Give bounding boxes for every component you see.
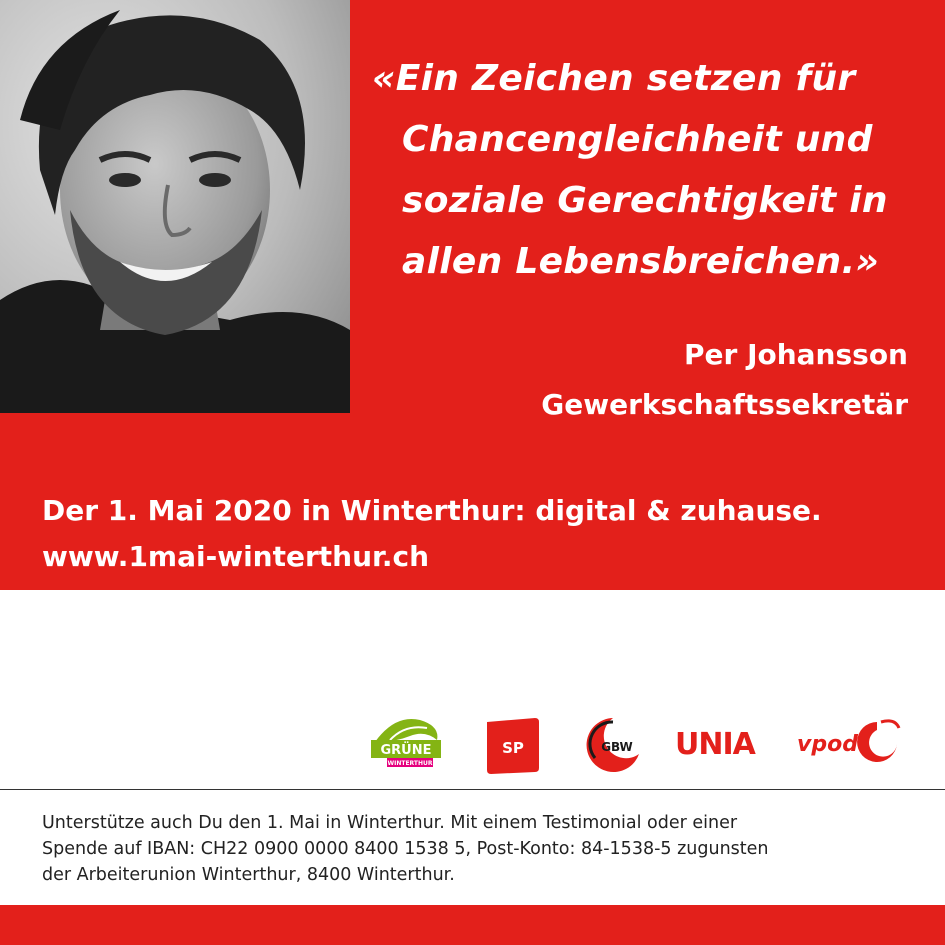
portrait-illustration <box>0 0 350 413</box>
bottom-red-bar <box>0 905 945 945</box>
gruene-logo[interactable]: GRÜNE WINTERTHUR <box>365 712 447 774</box>
event-url-link[interactable]: www.1mai-winterthur.ch <box>42 534 822 580</box>
sp-logo[interactable]: SP <box>483 716 543 776</box>
sp-logo-text: SP <box>502 739 524 757</box>
quote-line-3: soziale Gerechtigkeit in <box>402 180 888 221</box>
event-block: Der 1. Mai 2020 in Winterthur: digital &… <box>42 488 822 580</box>
vpod-logo-text: vpod <box>797 732 858 757</box>
gbw-logo[interactable]: GBW <box>583 714 643 776</box>
quote-line-4: allen Lebensbreichen.» <box>402 241 880 282</box>
donation-text: Unterstütze auch Du den 1. Mai in Winter… <box>42 810 922 888</box>
donation-line-2: Spende auf IBAN: CH22 0900 0000 8400 153… <box>42 839 769 859</box>
partner-logos: GRÜNE WINTERTHUR SP GBW UNIA vpod <box>365 712 910 782</box>
gruene-logo-text: GRÜNE <box>381 742 432 758</box>
donation-line-1: Unterstütze auch Du den 1. Mai in Winter… <box>42 813 738 833</box>
quote-line-2: Chancengleichheit und <box>402 119 873 160</box>
gbw-logo-text: GBW <box>601 740 633 754</box>
quote-line-1: «Ein Zeichen setzen für <box>372 58 856 99</box>
event-headline: Der 1. Mai 2020 in Winterthur: digital &… <box>42 494 822 527</box>
author-name: Per Johansson <box>684 338 908 371</box>
unia-logo-text: UNIA <box>675 727 757 762</box>
quote-text: «Ein Zeichen setzen für Chancengleichhei… <box>372 48 932 292</box>
unia-logo[interactable]: UNIA <box>673 720 773 764</box>
footer-divider <box>0 789 945 790</box>
author-block: Per Johansson Gewerkschaftssekretär <box>541 330 908 430</box>
author-role: Gewerkschaftssekretär <box>541 388 908 421</box>
portrait-photo <box>0 0 350 413</box>
donation-line-3: der Arbeiterunion Winterthur, 8400 Winte… <box>42 865 455 885</box>
gruene-logo-subtext: WINTERTHUR <box>387 760 432 767</box>
vpod-logo[interactable]: vpod <box>795 714 905 770</box>
